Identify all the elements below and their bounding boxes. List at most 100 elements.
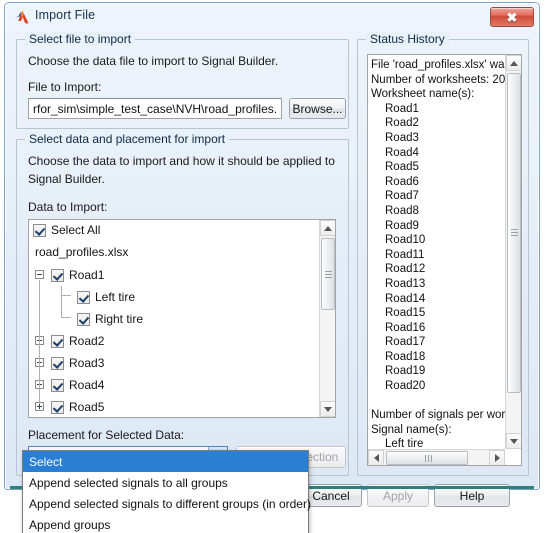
tree-connector-line: [39, 280, 40, 404]
screen-root: Import File ✖ Select file to import Choo…: [0, 0, 547, 533]
placement-dropdown-list[interactable]: Select Append selected signals to all gro…: [22, 450, 311, 533]
chevron-down-icon: [510, 438, 518, 444]
status-vscrollbar[interactable]: [505, 55, 521, 449]
chevron-up-icon: [510, 60, 518, 66]
tree-row[interactable]: Road3: [29, 352, 319, 374]
data-instruction-line1: Choose the data to import and how it sho…: [28, 154, 335, 168]
status-history-line: Road6: [385, 175, 419, 188]
grip-line: [425, 455, 426, 462]
status-history-line: Left tire: [385, 438, 424, 449]
tree-row-select-all[interactable]: Select All: [29, 220, 319, 240]
status-history-line: Road20: [385, 380, 426, 393]
data-tree-scroll-thumb[interactable]: [321, 238, 335, 310]
apply-button-label: Apply: [382, 488, 414, 503]
chevron-up-icon: [324, 225, 332, 231]
tree-node-checkbox[interactable]: [51, 268, 64, 282]
data-tree[interactable]: Select All road_profiles.xlsx Road1 Left …: [28, 219, 336, 418]
select-all-checkbox[interactable]: [33, 223, 46, 237]
import-file-dialog: Import File ✖ Select file to import Choo…: [4, 2, 540, 507]
cancel-button-label: Cancel: [312, 488, 350, 503]
status-history-line: Road14: [385, 292, 426, 305]
tree-node-label: Road2: [69, 334, 105, 348]
matlab-logo-icon: [14, 10, 30, 24]
status-history-line: Road15: [385, 307, 426, 320]
collapse-node-icon[interactable]: [35, 270, 44, 279]
select-data-group-title: Select data and placement for import: [25, 132, 230, 146]
status-history-line: [371, 394, 505, 409]
tree-connector-line: [61, 295, 71, 296]
tree-row[interactable]: Right tire: [29, 308, 319, 330]
tree-row[interactable]: Road2: [29, 330, 319, 352]
data-tree-scroll-up-button[interactable]: [320, 220, 335, 236]
grip-line: [325, 274, 332, 275]
tree-row[interactable]: Road5: [29, 396, 319, 417]
dropdown-option[interactable]: Append selected signals to all groups: [23, 472, 308, 493]
tree-node-label: Left tire: [95, 290, 136, 304]
file-instruction-text: Choose the data file to import to Signal…: [28, 54, 279, 68]
status-history-line: Road16: [385, 321, 426, 334]
window-title: Import File: [35, 8, 96, 22]
grip-line: [428, 455, 429, 462]
browse-button[interactable]: Browse...: [289, 98, 346, 119]
tree-row[interactable]: Left tire: [29, 286, 319, 308]
dropdown-option[interactable]: Append groups: [23, 514, 308, 533]
status-history-line: Road11: [385, 248, 425, 261]
tree-node-checkbox[interactable]: [51, 378, 64, 392]
status-history-textarea[interactable]: File 'road_profiles.xlsx' was read succe…: [367, 54, 522, 466]
tree-row-root[interactable]: road_profiles.xlsx: [29, 240, 319, 264]
tree-node-checkbox[interactable]: [77, 290, 90, 304]
file-to-import-label: File to Import:: [28, 80, 102, 94]
status-hscroll-thumb[interactable]: [386, 451, 468, 465]
grip-line: [511, 232, 518, 233]
tree-node-checkbox[interactable]: [77, 312, 90, 326]
status-hscrollbar[interactable]: [368, 449, 505, 465]
select-file-group-title: Select file to import: [25, 32, 136, 46]
grip-line: [325, 271, 332, 272]
tree-row[interactable]: Road4: [29, 374, 319, 396]
close-icon: ✖: [506, 9, 518, 25]
status-scroll-up-button[interactable]: [506, 55, 521, 71]
status-history-line: Road18: [385, 350, 426, 363]
tree-node-label: Road5: [69, 400, 105, 414]
tree-connector-line: [61, 286, 62, 318]
status-history-line: Road13: [385, 277, 426, 290]
status-history-line: Road7: [385, 190, 419, 203]
tree-node-label: Road4: [69, 378, 105, 392]
tree-node-label: Right tire: [95, 312, 144, 326]
data-to-import-label: Data to Import:: [28, 200, 108, 214]
status-history-line: Signal name(s):: [371, 423, 452, 436]
tree-row[interactable]: Road1: [29, 264, 319, 286]
dropdown-option[interactable]: Append selected signals to different gro…: [23, 493, 311, 514]
status-scroll-left-button[interactable]: [368, 450, 384, 465]
tree-node-checkbox[interactable]: [51, 400, 64, 414]
status-history-line: Number of signals per worksheet: 2: [371, 409, 505, 422]
tree-node-label: Road3: [69, 356, 105, 370]
status-history-line: Road2: [385, 117, 419, 130]
placement-label: Placement for Selected Data:: [28, 428, 185, 442]
status-history-line: File 'road_profiles.xlsx' was read succe…: [371, 59, 505, 71]
select-file-group: Select file to import Choose the data fi…: [16, 32, 349, 129]
tree-node-label: Road1: [69, 268, 105, 282]
status-scroll-down-button[interactable]: [506, 433, 521, 449]
status-scroll-right-button[interactable]: [489, 450, 505, 465]
grip-line: [325, 277, 332, 278]
dropdown-items: Select Append selected signals to all gro…: [23, 451, 311, 533]
file-path-input[interactable]: [28, 98, 282, 119]
tree-node-checkbox[interactable]: [51, 356, 64, 370]
dropdown-option[interactable]: Select: [23, 451, 308, 472]
data-tree-vscrollbar[interactable]: [319, 220, 335, 417]
status-history-line: Road10: [385, 234, 426, 247]
select-data-group: Select data and placement for import Cho…: [16, 132, 349, 476]
tree-root-label: road_profiles.xlsx: [35, 245, 129, 259]
grip-line: [511, 229, 518, 230]
status-history-line: Road3: [385, 131, 419, 144]
tree-node-checkbox[interactable]: [51, 334, 64, 348]
status-history-line: Road5: [385, 161, 419, 174]
tree-rows: Road1 Left tire Right tire Road2 Road3 Road4 R…: [29, 264, 319, 417]
help-button-label: Help: [459, 488, 485, 503]
data-tree-scroll-down-button[interactable]: [320, 401, 335, 417]
status-history-line: Number of worksheets: 20: [371, 73, 505, 86]
chevron-left-icon: [373, 454, 379, 462]
close-button[interactable]: ✖: [490, 7, 534, 27]
status-scroll-thumb[interactable]: [507, 73, 521, 393]
